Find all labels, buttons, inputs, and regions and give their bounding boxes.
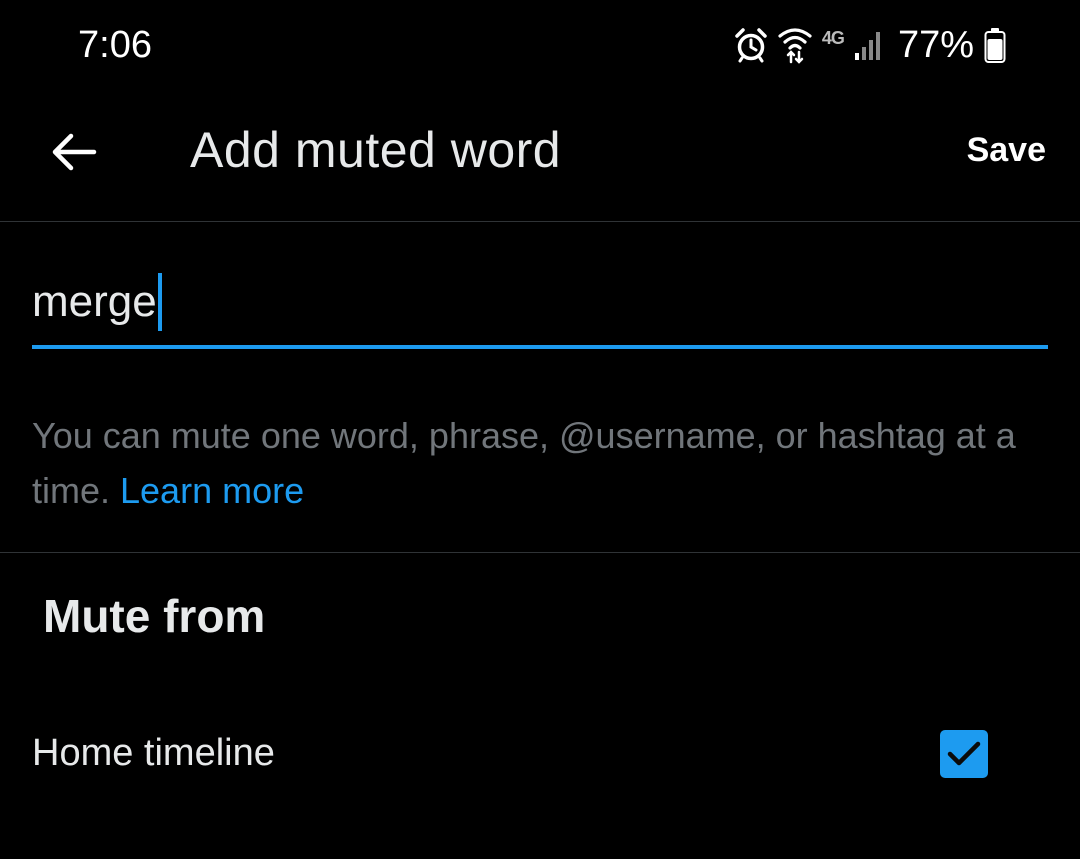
status-icons: 4G 77% [734, 20, 1006, 70]
field-underline [32, 345, 1048, 349]
battery-percent: 77% [897, 24, 974, 66]
option-label: Home timeline [32, 732, 275, 774]
save-button[interactable]: Save [967, 128, 1046, 172]
muted-word-field[interactable]: merge [32, 262, 1048, 350]
page-title: Add muted word [190, 122, 562, 178]
signal-icon [854, 29, 884, 61]
option-home-timeline[interactable]: Home timeline [0, 712, 1080, 796]
text-caret [157, 273, 162, 331]
learn-more-link[interactable]: Learn more [120, 470, 304, 511]
battery-icon [984, 27, 1006, 63]
alarm-icon [734, 27, 768, 63]
helper-text: You can mute one word, phrase, @username… [32, 408, 1032, 518]
status-bar: 7:06 4G 77% [0, 0, 1080, 92]
home-timeline-checkbox[interactable] [940, 730, 988, 778]
section-divider [0, 552, 1080, 553]
muted-word-input[interactable]: merge [32, 262, 162, 342]
app-header: Add muted word Save [0, 92, 1080, 222]
arrow-left-icon [52, 133, 97, 171]
mute-from-title: Mute from [43, 590, 266, 642]
wifi-icon [778, 26, 812, 64]
network-type-label: 4G [821, 27, 845, 48]
checkmark-icon [947, 741, 981, 766]
status-time: 7:06 [78, 24, 152, 66]
back-button[interactable] [44, 122, 104, 182]
muted-word-value: merge [32, 277, 157, 326]
